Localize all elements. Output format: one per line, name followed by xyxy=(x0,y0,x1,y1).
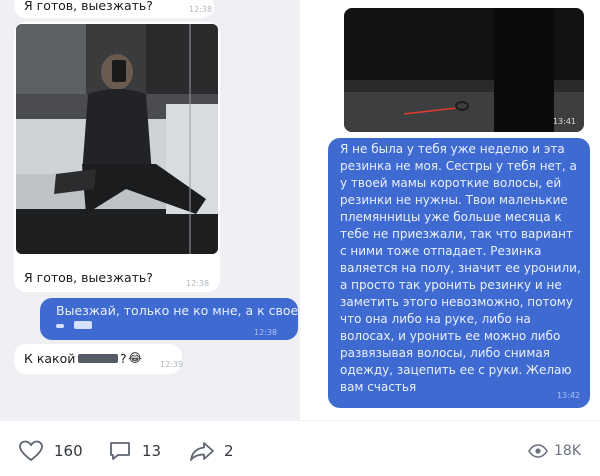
outgoing-message-bubble: Выезжай, только не ко мне, а к своей 12:… xyxy=(40,298,300,340)
views-count: 18K xyxy=(554,443,581,459)
long-message-line: с ними тоже отпадает. Резинка xyxy=(340,244,542,258)
right-chat-screenshot: 13:41 Я не была у тебя уже неделю и эта … xyxy=(300,0,600,420)
like-count: 160 xyxy=(54,442,83,460)
long-message-line: одежду, зацепить ее с руки. Желаю xyxy=(340,363,572,377)
reply-message-bubble: К какой ? 😂 12:39 xyxy=(14,344,184,374)
cut-message-bubble: Я готов, выезжать? 12:38 xyxy=(14,0,214,18)
long-message-bubble: Я не была у тебя уже неделю и эта резинк… xyxy=(328,138,590,408)
long-message-line: тебе не приезжали, так что вариант xyxy=(340,227,573,241)
long-message-line: племянницы уже больше месяца к xyxy=(340,210,562,224)
long-message-line: что она либо на руке, либо на xyxy=(340,312,531,326)
reply-message-suffix: ? xyxy=(120,351,127,366)
reply-message-time: 12:39 xyxy=(160,360,184,369)
comment-icon xyxy=(108,439,132,463)
floor-photo-image xyxy=(344,8,584,132)
comment-count: 13 xyxy=(142,442,162,460)
outgoing-message-line1: Выезжай, только не ко мне, а к своей xyxy=(56,303,300,318)
long-message-line: резинка не моя. Сестры у тебя нет, а xyxy=(340,159,577,173)
photo-message-bubble: Я готов, выезжать? 12:38 xyxy=(14,22,220,292)
redacted-word xyxy=(78,354,118,363)
cut-message-text: Я готов, выезжать? xyxy=(24,0,153,13)
outgoing-message-time: 12:38 xyxy=(254,328,278,337)
long-message-line: резинки не нужны. Твои маленькие xyxy=(340,193,568,207)
floor-photo[interactable]: 13:41 xyxy=(344,8,584,132)
long-message-line: а просто так уронить резинку и не xyxy=(340,278,562,292)
redacted-name xyxy=(56,324,64,328)
share-button[interactable]: 2 xyxy=(188,439,234,463)
views-counter: 18K xyxy=(528,439,581,463)
long-message-line: Я не была у тебя уже неделю и эта xyxy=(340,142,565,156)
long-message-time: 13:42 xyxy=(556,391,580,400)
laughing-emoji: 😂 xyxy=(128,351,143,365)
share-count: 2 xyxy=(224,442,234,460)
long-message-line: волосах, и уронить ее можно либо xyxy=(340,329,561,343)
long-message-line: валяется на полу, значит ее уронили, xyxy=(340,261,581,275)
long-message-line: вам счастья xyxy=(340,380,417,394)
long-message-text: Я не была у тебя уже неделю и эта резинк… xyxy=(340,141,581,396)
heart-icon xyxy=(18,439,44,463)
photo-message-text: Я готов, выезжать? xyxy=(24,270,153,285)
eye-icon xyxy=(528,444,548,458)
redacted-name-2 xyxy=(74,321,92,329)
photo-message-time: 12:38 xyxy=(186,279,210,288)
post-footer: 160 13 2 18K xyxy=(0,420,600,476)
like-button[interactable]: 160 xyxy=(18,439,83,463)
long-message-line: у твоей мамы короткие волосы, ей xyxy=(340,176,562,190)
mirror-selfie-image xyxy=(16,24,218,254)
reply-message-prefix: К какой xyxy=(24,351,76,366)
floor-photo-time: 13:41 xyxy=(552,117,576,126)
share-arrow-icon xyxy=(188,439,216,463)
cut-message-time: 12:38 xyxy=(189,5,213,14)
comment-button[interactable]: 13 xyxy=(108,439,161,463)
left-chat-screenshot: Я готов, выезжать? 12:38 Я готов, выезжа… xyxy=(0,0,300,420)
long-message-line: развязывая волосы, либо снимая xyxy=(340,346,550,360)
long-message-line: заметить этого невозможно, потому xyxy=(340,295,573,309)
mirror-selfie-photo[interactable] xyxy=(16,24,218,254)
